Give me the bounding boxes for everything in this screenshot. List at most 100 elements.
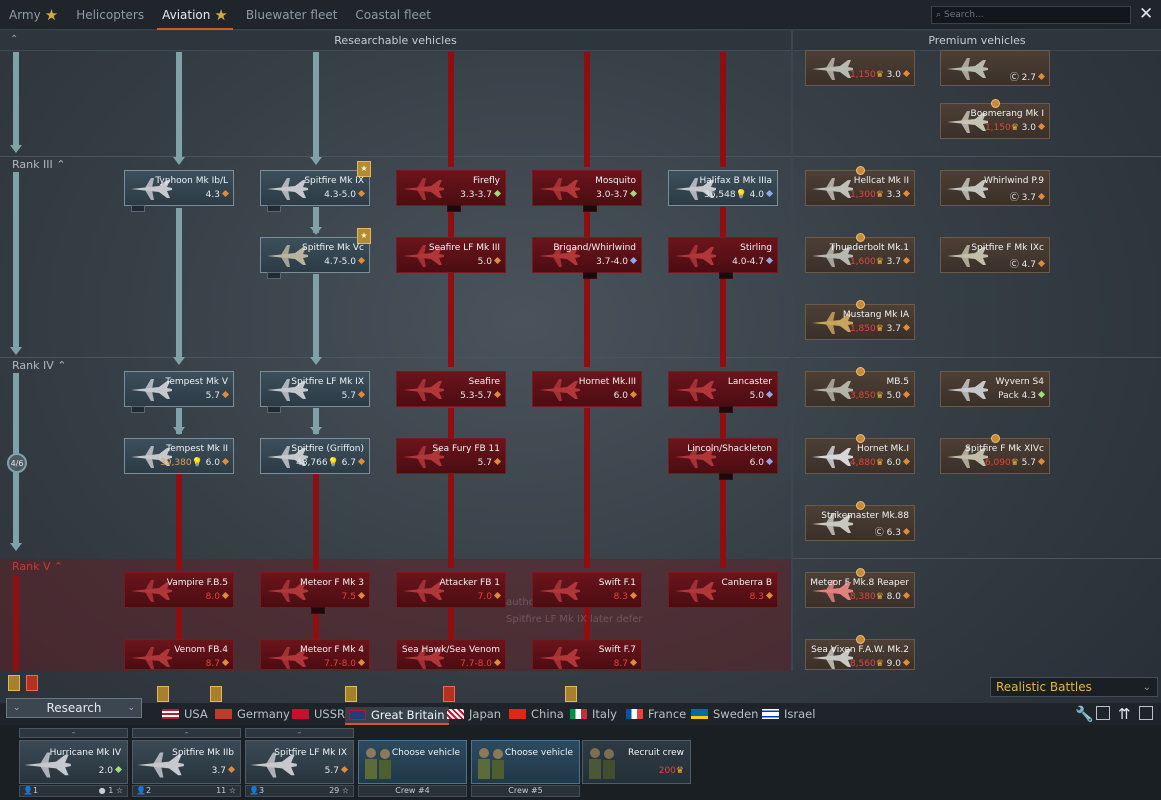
vehicle-card-typhoon[interactable]: Typhoon Mk Ib/L 4.3 bbox=[124, 170, 234, 212]
crew-slot-1[interactable]: Hurricane Mk IV 2.0 bbox=[19, 740, 128, 784]
tree-line bbox=[313, 52, 319, 158]
nation-great-britain[interactable]: Great Britain bbox=[345, 707, 449, 725]
crew-icon bbox=[365, 748, 391, 779]
research-button[interactable]: ⌄ Research ⌄ bbox=[6, 698, 142, 718]
tree-line bbox=[448, 408, 454, 568]
nation-japan[interactable]: Japan bbox=[447, 707, 501, 721]
close-icon[interactable]: ✕ bbox=[1139, 4, 1153, 24]
vehicle-card-vampire[interactable]: Vampire F.B.5 8.0 bbox=[124, 572, 234, 608]
vehicle-card-stirling[interactable]: Stirling 4.0-4.7 bbox=[668, 237, 778, 279]
vehicle-stats: Ⓒ 2.7 bbox=[1010, 70, 1046, 83]
vehicle-card-mustang[interactable]: Mustang Mk IA 1,850♛ 3.7 bbox=[805, 300, 915, 340]
checkbox[interactable] bbox=[1139, 706, 1153, 720]
arrow-icon bbox=[310, 157, 322, 165]
crew-slot-3[interactable]: Spitfire LF Mk IX 5.7 bbox=[245, 740, 354, 784]
vehicle-card-canberra[interactable]: Canberra B 8.3 bbox=[668, 572, 778, 608]
nation-usa[interactable]: USA bbox=[162, 707, 208, 721]
premium-header: Premium vehicles bbox=[793, 31, 1161, 51]
crew-slot-header: – bbox=[132, 728, 241, 738]
arrow-icon bbox=[10, 347, 22, 355]
crew-slot-4[interactable]: Choose vehicle bbox=[358, 740, 467, 784]
vehicle-card-lincoln[interactable]: Lincoln/Shackleton 6.0 bbox=[668, 438, 778, 480]
vehicle-card-meteor-4[interactable]: Meteor F Mk 4 7.7-8.0 bbox=[260, 639, 370, 670]
tree-line bbox=[313, 274, 319, 358]
vehicle-card-whirlwind[interactable]: Whirlwind P.9 Ⓒ 3.7 bbox=[940, 170, 1050, 206]
vehicle-card-mosquito[interactable]: Mosquito 3.0-3.7 bbox=[532, 170, 642, 212]
vehicle-card-wyvern[interactable]: Wyvern S4 Pack 4.3 bbox=[940, 371, 1050, 407]
tab-aviation[interactable]: Aviation ★ bbox=[153, 0, 237, 30]
nation-china[interactable]: China bbox=[509, 707, 564, 721]
vehicle-card-sea-vixen[interactable]: Sea Vixen F.A.W. Mk.2 8,560♛ 9.0 bbox=[805, 635, 915, 670]
crew-slot-2[interactable]: Spitfire Mk IIb 3.7 bbox=[132, 740, 241, 784]
rank-divider bbox=[0, 357, 791, 358]
nation-badge-icon bbox=[210, 686, 222, 702]
vehicle-card-spitfire-lf-ix[interactable]: Spitfire LF Mk IX 5.7 bbox=[260, 371, 370, 413]
nation-badge-icon bbox=[443, 686, 455, 702]
tab-helicopters[interactable]: Helicopters bbox=[67, 0, 153, 30]
vehicle-card-meteor-3[interactable]: Meteor F Mk 3 7.5 bbox=[260, 572, 370, 614]
vehicle-card-hellcat[interactable]: Hellcat Mk II 1,300♛ 3.3 bbox=[805, 166, 915, 206]
rank-line bbox=[13, 575, 19, 671]
vehicle-card-swift-f7[interactable]: Swift F.7 8.7 bbox=[532, 639, 642, 670]
nation-italy[interactable]: Italy bbox=[570, 707, 617, 721]
vehicle-card-venom[interactable]: Venom FB.4 8.7 bbox=[124, 639, 234, 670]
vehicle-card-firefly[interactable]: Firefly 3.3-3.7 bbox=[396, 170, 506, 212]
tree-line bbox=[720, 408, 726, 568]
vehicle-card-strikemaster[interactable]: Strikemaster Mk.88 Ⓒ 6.3 bbox=[805, 501, 915, 541]
vehicle-card-sea-fury[interactable]: Sea Fury FB 11 5.7 bbox=[396, 438, 506, 474]
recruit-crew-button[interactable]: Recruit crew 200♛ bbox=[582, 740, 691, 784]
vehicle-card-seafire[interactable]: Seafire 5.3-5.7 bbox=[396, 371, 506, 407]
crew-icon bbox=[589, 748, 615, 779]
vehicle-card-sea-hawk[interactable]: Sea Hawk/Sea Venom 7.7-8.0 bbox=[396, 639, 506, 670]
divider bbox=[791, 31, 793, 671]
vehicle-card-brigand[interactable]: Brigand/Whirlwind 3.7-4.0 bbox=[532, 237, 642, 279]
vehicle-card-lancaster[interactable]: Lancaster 5.0 bbox=[668, 371, 778, 413]
vehicle-card-mb5[interactable]: MB.5 3,850♛ 5.0 bbox=[805, 367, 915, 407]
vehicle-card-attacker[interactable]: Attacker FB 1 7.0 bbox=[396, 572, 506, 608]
nation-france[interactable]: France bbox=[626, 707, 686, 721]
tree-line bbox=[584, 52, 590, 167]
tree-line bbox=[313, 474, 319, 570]
vehicle-card-halifax[interactable]: Halifax B Mk IIIa 36,548💡 4.0 bbox=[668, 170, 778, 206]
nation-ussr[interactable]: USSR bbox=[292, 707, 345, 721]
tab-bluewater-fleet[interactable]: Bluewater fleet bbox=[237, 0, 347, 30]
chevron-icon: ⌄ bbox=[13, 703, 21, 713]
nation-israel[interactable]: Israel bbox=[762, 707, 815, 721]
game-mode-select[interactable]: Realistic Battles ⌄ bbox=[990, 677, 1158, 697]
vehicle-card-thunderbolt[interactable]: Thunderbolt Mk.1 1,600♛ 3.7 bbox=[805, 233, 915, 273]
vehicle-card-hornet-iii[interactable]: Hornet Mk.III 6.0 bbox=[532, 371, 642, 407]
vehicle-card-spitfire-ix[interactable]: ★ Spitfire Mk IX 4.3-5.0 bbox=[260, 161, 371, 212]
nation-badge-icon bbox=[345, 686, 357, 702]
vehicle-card-meteor-reaper[interactable]: Meteor F Mk.8 Reaper 8,380♛ 8.0 bbox=[805, 568, 915, 608]
vehicle-card-tempest-v[interactable]: Tempest Mk V 5.7 bbox=[124, 371, 234, 413]
rank-label-5: Rank V ⌃ bbox=[12, 560, 64, 573]
nation-sweden[interactable]: Sweden bbox=[691, 707, 758, 721]
tree-line bbox=[176, 608, 182, 642]
vehicle-card-hornet-i[interactable]: Hornet Mk.I 4,880♛ 6.0 bbox=[805, 434, 915, 474]
rank-line bbox=[13, 172, 19, 348]
nation-germany[interactable]: Germany bbox=[215, 707, 290, 721]
vehicle-card[interactable]: 1,150♛ 3.0 bbox=[805, 50, 915, 86]
vehicle-card-spitfire-xivc[interactable]: Spitfire F Mk XIVc 6,090♛ 5.7 bbox=[940, 434, 1050, 474]
aircraft-filter-icon[interactable]: ⇈ bbox=[1118, 705, 1131, 723]
rank-divider bbox=[793, 357, 1161, 358]
tab-army[interactable]: Army ★ bbox=[0, 0, 67, 30]
vehicle-card-spitfire-vc[interactable]: ★ Spitfire Mk Vc 4.7-5.0 bbox=[260, 228, 371, 279]
checkbox[interactable] bbox=[1096, 706, 1110, 720]
aircraft-icon bbox=[810, 57, 854, 81]
vehicle-card-swift-f1[interactable]: Swift F.1 8.3 bbox=[532, 572, 642, 608]
vehicle-card-boomerang[interactable]: Boomerang Mk I 1,150♛ 3.0 bbox=[940, 99, 1050, 139]
collapse-icon[interactable]: ⌃ bbox=[10, 34, 18, 45]
tab-coastal-fleet[interactable]: Coastal fleet bbox=[346, 0, 440, 30]
search-input[interactable]: ⌕ Search... bbox=[931, 6, 1131, 24]
vehicle-card-seafire-lf-iii[interactable]: Seafire LF Mk III 5.0 bbox=[396, 237, 506, 273]
vehicle-card[interactable]: Ⓒ 2.7 bbox=[940, 50, 1050, 86]
wrench-icon[interactable]: 🔧 bbox=[1075, 705, 1094, 723]
vehicle-card-spitfire-griffon[interactable]: Spitfire (Griffon) 48,766💡 6.7 bbox=[260, 438, 370, 474]
star-icon: ★ bbox=[44, 5, 59, 24]
arrow-icon bbox=[10, 543, 22, 551]
vehicle-card-tempest-ii[interactable]: Tempest Mk II 39,380💡 6.0 bbox=[124, 438, 234, 474]
crew-slot-footer: 👤1 ● 1 ☆ bbox=[19, 785, 128, 797]
vehicle-card-spitfire-ixc[interactable]: Spitfire F Mk IXc Ⓒ 4.7 bbox=[940, 237, 1050, 273]
crew-slot-5[interactable]: Choose vehicle bbox=[471, 740, 580, 784]
